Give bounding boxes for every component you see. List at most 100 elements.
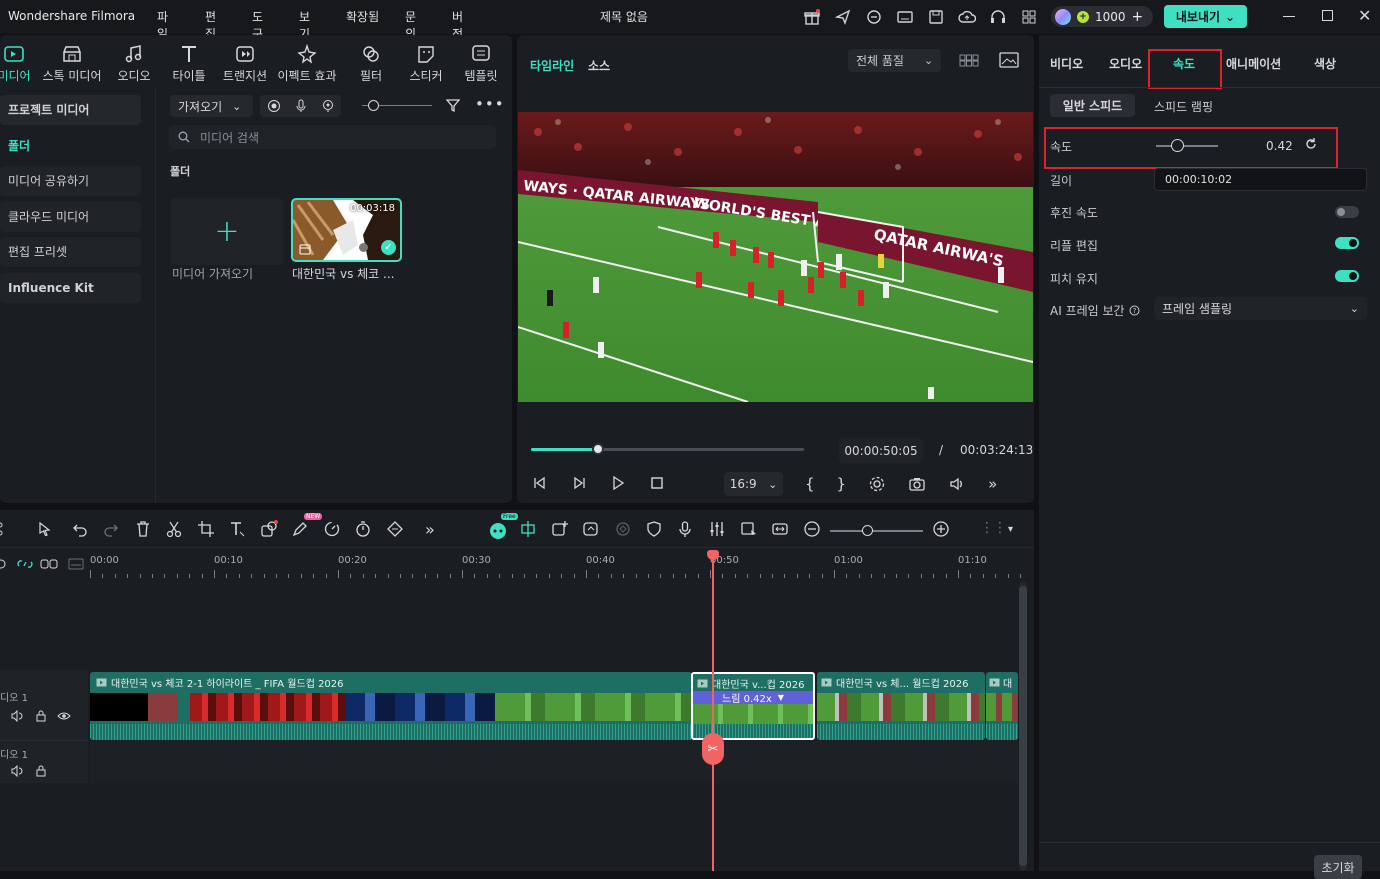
sidebar-item-shared-media[interactable]: 미디어 공유하기 (0, 166, 141, 196)
save-icon[interactable] (927, 8, 945, 26)
tab-stickers[interactable]: 스티커 (398, 43, 454, 84)
credits-pill[interactable]: + 1000 + (1051, 6, 1153, 27)
media-search-input[interactable]: 미디어 검색 (169, 125, 496, 149)
sticker-add-icon[interactable] (582, 520, 604, 542)
shape-mask-icon[interactable] (260, 520, 282, 542)
playhead-line[interactable] (712, 558, 714, 871)
scrollbar-thumb[interactable] (1019, 586, 1027, 866)
tab-color[interactable]: 색상 (1314, 55, 1336, 72)
grid-view-icon[interactable] (959, 52, 979, 68)
playback-progress-track[interactable] (531, 448, 804, 451)
gift-icon[interactable] (803, 8, 821, 26)
duration-input[interactable]: 00:00:10:02 (1154, 168, 1367, 191)
lock-icon[interactable] (34, 710, 48, 722)
more-tools-icon[interactable]: » (425, 520, 447, 542)
audio-mixer-icon[interactable] (708, 520, 730, 542)
scene-detect-icon[interactable] (740, 520, 762, 542)
fit-timeline-icon[interactable] (771, 520, 793, 542)
track-link-icon[interactable] (40, 557, 58, 571)
tab-animation[interactable]: 애니메이션 (1226, 55, 1281, 72)
grid-apps-icon[interactable] (1020, 8, 1038, 26)
tab-filters[interactable]: 필터 (343, 43, 399, 84)
video-clip-3[interactable]: 대한민국 vs 체... 월드컵 2026 (817, 672, 985, 740)
pitch-toggle[interactable] (1335, 270, 1359, 282)
tab-audio-props[interactable]: 오디오 (1109, 55, 1142, 72)
zoom-slider-handle[interactable] (862, 525, 873, 536)
delete-icon[interactable] (134, 520, 156, 542)
split-scissors-icon[interactable]: ✂ (702, 733, 724, 765)
video-clip-2-selected[interactable]: 대한민국 v...컵 2026 느림 0.42x ▼ (691, 672, 815, 740)
speed-slider-handle[interactable] (1170, 139, 1184, 152)
voiceover-icon[interactable] (321, 99, 335, 113)
zoom-out-icon[interactable] (803, 520, 825, 542)
link-icon[interactable] (17, 557, 33, 571)
record-icon[interactable] (267, 99, 281, 113)
reset-speed-icon[interactable] (1304, 137, 1318, 151)
snap-icon[interactable] (519, 520, 541, 542)
layout-icon[interactable] (0, 520, 16, 542)
zoom-slider[interactable] (830, 530, 923, 532)
video-clip-4[interactable]: 대 (986, 672, 1018, 740)
audio-track-area[interactable] (90, 740, 1018, 783)
mark-out-icon[interactable]: } (837, 475, 847, 493)
ai-copilot-icon[interactable] (488, 520, 510, 542)
tab-stock-media[interactable]: 스톡 미디어 (41, 43, 103, 84)
speed-value[interactable]: 0.42 (1266, 139, 1293, 153)
settings-gear-icon[interactable] (868, 475, 886, 493)
minimize-icon[interactable] (1283, 16, 1295, 17)
cloud-upload-icon[interactable] (958, 8, 976, 26)
crop-icon[interactable] (197, 520, 219, 542)
shield-icon[interactable] (645, 520, 667, 542)
tab-timeline[interactable]: 타임라인 (530, 57, 574, 74)
speed-bar[interactable]: 느림 0.42x ▼ (693, 691, 813, 705)
redo-icon[interactable] (102, 520, 124, 542)
tab-transitions[interactable]: 트랜지션 (217, 43, 273, 84)
stop-icon[interactable] (650, 476, 664, 490)
stabilize-icon[interactable] (614, 520, 636, 542)
quality-dropdown[interactable]: 전체 품질 ⌄ (848, 49, 941, 72)
scissors-icon[interactable] (165, 520, 187, 542)
auto-enhance-icon[interactable] (386, 520, 408, 542)
sidebar-item-project-media[interactable]: 프로젝트 미디어 (0, 95, 141, 125)
headset-icon[interactable] (989, 8, 1007, 26)
add-credits-icon[interactable]: + (1132, 9, 1144, 25)
tab-video[interactable]: 비디오 (1050, 55, 1083, 72)
funnel-filter-icon[interactable] (445, 97, 461, 113)
video-clip-1[interactable]: 대한민국 vs 체코 2-1 하이라이트 _ FIFA 월드컵 2026 (90, 672, 692, 740)
timer-icon[interactable] (354, 520, 376, 542)
speaker-icon[interactable] (10, 710, 24, 722)
reset-button[interactable]: 초기화 (1314, 855, 1362, 879)
tab-media[interactable]: 미디어 (0, 43, 42, 84)
slider-handle[interactable] (368, 100, 379, 111)
reverse-toggle[interactable] (1335, 206, 1359, 218)
speed-dial-icon[interactable] (323, 520, 345, 542)
tab-effects[interactable]: 이펙트 효과 (274, 43, 340, 84)
ai-interpolation-dropdown[interactable]: 프레임 샘플링 ⌄ (1154, 297, 1367, 320)
undo-icon[interactable] (71, 520, 93, 542)
voice-record-icon[interactable] (676, 520, 698, 542)
sync-icon[interactable] (865, 8, 883, 26)
track-settings-icon[interactable] (0, 557, 8, 571)
add-track-icon[interactable] (551, 520, 573, 542)
select-tool-icon[interactable] (36, 520, 58, 542)
sidebar-item-cloud-media[interactable]: 클라우드 미디어 (0, 202, 141, 232)
video-preview[interactable]: WAYS · QATAR AIRWAYS WORLD'S BEST AIRLIN… (518, 112, 1033, 402)
maximize-icon[interactable] (1322, 10, 1333, 21)
send-icon[interactable] (834, 8, 852, 26)
ripple-toggle[interactable] (1335, 237, 1359, 249)
text-tool-icon[interactable] (228, 520, 250, 542)
monitor-icon[interactable] (896, 8, 914, 26)
speed-slider[interactable] (1156, 145, 1218, 147)
snapshot-image-icon[interactable] (999, 51, 1019, 69)
ai-paint-icon[interactable] (291, 520, 313, 542)
aspect-ratio-dropdown[interactable]: 16:9 ⌄ (724, 472, 783, 496)
media-clip-thumbnail[interactable]: 00:03:18 ✓ (291, 198, 402, 262)
close-icon[interactable]: ✕ (1358, 6, 1371, 25)
grid-options-icon[interactable]: ⋮⋮ (980, 520, 1007, 542)
import-media-tile[interactable]: + (171, 198, 283, 265)
tab-titles[interactable]: 타이틀 (161, 43, 217, 84)
subtab-uniform-speed[interactable]: 일반 스피드 (1050, 94, 1135, 117)
current-time[interactable]: 00:00:50:05 (839, 438, 923, 463)
prev-frame-icon[interactable] (533, 476, 547, 490)
sidebar-item-influence-kit[interactable]: Influence Kit (0, 273, 141, 303)
